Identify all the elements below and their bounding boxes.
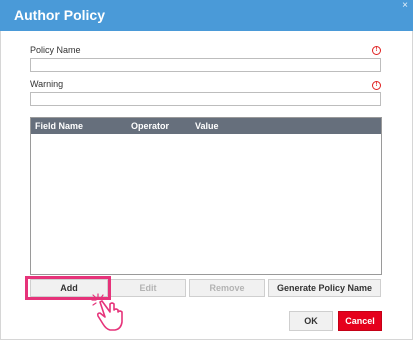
policy-name-input[interactable]	[30, 58, 381, 72]
generate-policy-name-button[interactable]: Generate Policy Name	[268, 279, 381, 297]
close-icon[interactable]: ×	[402, 0, 408, 12]
dialog-title: Author Policy	[14, 7, 106, 23]
required-icon: !	[372, 46, 381, 55]
column-operator[interactable]: Operator	[131, 121, 169, 131]
remove-button[interactable]: Remove	[189, 279, 265, 297]
policy-name-label: Policy Name	[30, 45, 81, 55]
column-value[interactable]: Value	[195, 121, 219, 131]
ok-button[interactable]: OK	[289, 311, 333, 331]
criteria-grid[interactable]: Field Name Operator Value	[30, 117, 382, 275]
cancel-button[interactable]: Cancel	[338, 311, 382, 331]
warning-label: Warning	[30, 79, 64, 89]
title-bar: Author Policy ×	[0, 0, 413, 31]
column-field-name[interactable]: Field Name	[35, 121, 83, 131]
warning-input[interactable]	[30, 92, 381, 106]
grid-header: Field Name Operator Value	[31, 118, 381, 134]
hand-pointer-icon	[91, 293, 123, 331]
required-icon: !	[372, 81, 381, 90]
